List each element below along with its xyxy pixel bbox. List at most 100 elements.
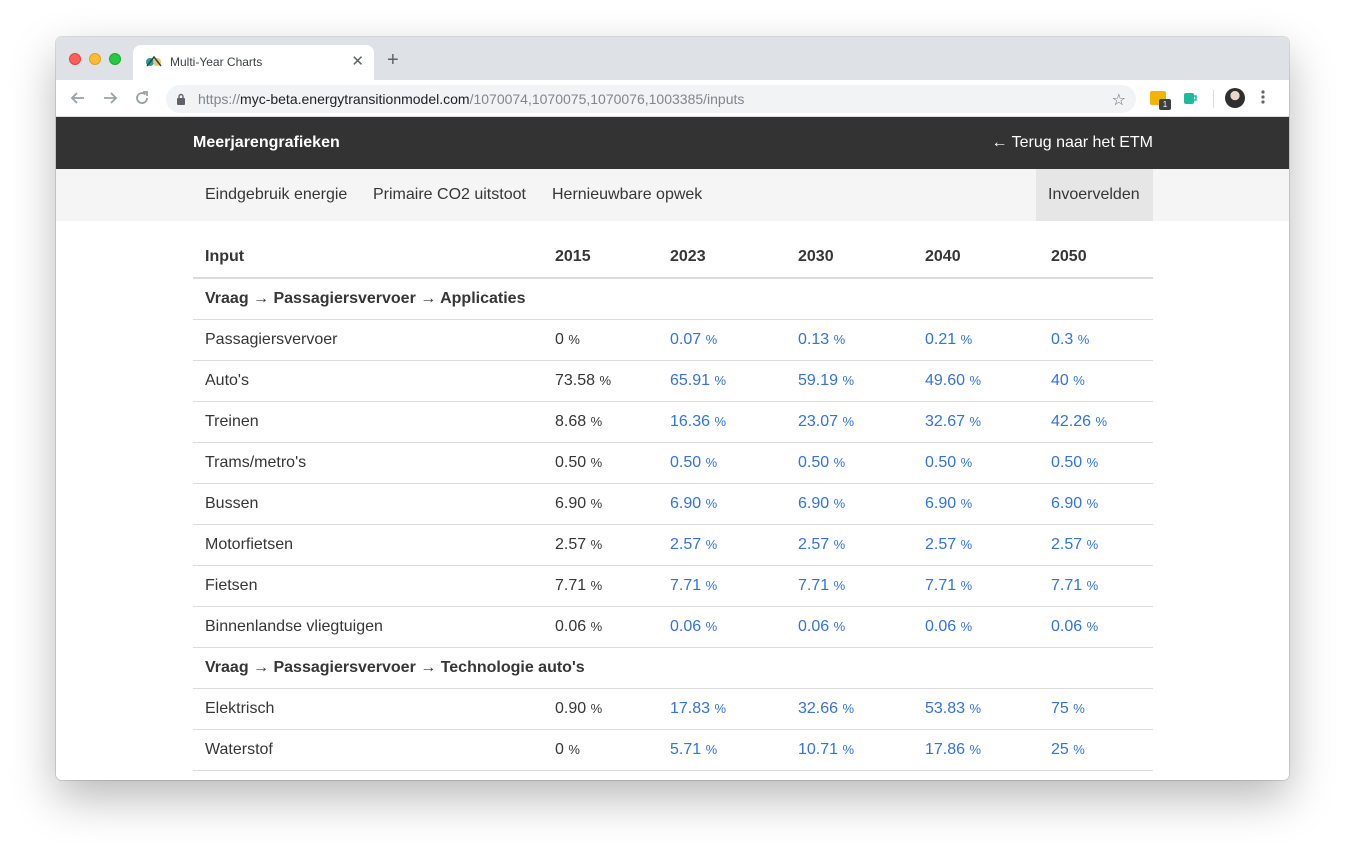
new-tab-icon[interactable]: + bbox=[387, 50, 399, 70]
column-header: 2030 bbox=[786, 237, 913, 279]
future-value-cell: 7.71 % bbox=[1039, 565, 1153, 607]
value-unit: % bbox=[969, 701, 982, 716]
value-unit: % bbox=[705, 742, 718, 757]
value-number: 17.83 bbox=[670, 700, 711, 717]
value-unit: % bbox=[842, 742, 855, 757]
future-value-cell: 7.71 % bbox=[658, 565, 786, 607]
tab-invoervelden[interactable]: Invoervelden bbox=[1036, 169, 1153, 221]
future-value-cell: 0.07 % bbox=[658, 319, 786, 361]
value-unit: % bbox=[1073, 742, 1085, 757]
section-title: Vraag → Passagiersvervoer → Technologie … bbox=[193, 647, 1153, 689]
back-to-etm-link[interactable]: ← Terug naar het ETM bbox=[991, 134, 1153, 152]
value-number: 0.06 bbox=[670, 618, 702, 635]
future-value-cell: 0.50 % bbox=[658, 442, 786, 484]
close-tab-icon[interactable]: ✕ bbox=[351, 52, 364, 72]
browser-toolbar: https://myc-beta.energytransitionmodel.c… bbox=[56, 80, 1289, 117]
input-label: Trams/metro's bbox=[193, 442, 543, 484]
table-row: Treinen 8.68 % 16.36 % 23.07 % 32.67 % 42.26 … bbox=[193, 401, 1153, 443]
extension-badge: 1 bbox=[1159, 99, 1171, 110]
tab-title: Multi-Year Charts bbox=[170, 55, 263, 69]
value-number: 0.06 bbox=[1051, 618, 1083, 635]
future-value-cell: 0.21 % bbox=[913, 319, 1039, 361]
column-header: 2023 bbox=[658, 237, 786, 279]
value-unit: % bbox=[590, 701, 603, 716]
start-value-cell: 0 % bbox=[543, 319, 658, 361]
value-number: 2.57 bbox=[798, 536, 830, 553]
value-number: 0.50 bbox=[670, 454, 702, 471]
value-unit: % bbox=[568, 742, 580, 757]
value-unit: % bbox=[960, 619, 973, 634]
value-number: 0.50 bbox=[555, 454, 587, 471]
page-content: Meerjarengrafieken ← Terug naar het ETM … bbox=[56, 117, 1289, 780]
future-value-cell: 49.60 % bbox=[913, 360, 1039, 402]
future-value-cell: 6.90 % bbox=[1039, 483, 1153, 525]
value-number: 0.13 bbox=[798, 331, 830, 348]
value-unit: % bbox=[1086, 455, 1099, 470]
value-number: 7.71 bbox=[555, 577, 587, 594]
value-unit: % bbox=[969, 373, 982, 388]
tab-eindgebruik-energie[interactable]: Eindgebruik energie bbox=[193, 169, 359, 221]
input-label: Waterstof bbox=[193, 729, 543, 771]
address-bar[interactable]: https://myc-beta.energytransitionmodel.c… bbox=[166, 85, 1136, 113]
future-value-cell: 0.50 % bbox=[913, 442, 1039, 484]
value-number: 32.66 bbox=[798, 700, 839, 717]
future-value-cell: 2.57 % bbox=[913, 524, 1039, 566]
maximize-window-button[interactable] bbox=[109, 53, 121, 65]
browser-menu-icon[interactable] bbox=[1261, 89, 1265, 105]
value-number: 59.19 bbox=[798, 372, 839, 389]
close-window-button[interactable] bbox=[69, 53, 81, 65]
browser-tab[interactable]: Multi-Year Charts ✕ bbox=[133, 45, 374, 80]
value-number: 0 bbox=[555, 331, 564, 348]
value-unit: % bbox=[960, 537, 973, 552]
future-value-cell: 32.67 % bbox=[913, 401, 1039, 443]
value-unit: % bbox=[969, 414, 982, 429]
tab-bar: Multi-Year Charts ✕ + bbox=[56, 37, 1289, 80]
brand-title[interactable]: Meerjarengrafieken bbox=[193, 134, 340, 152]
value-unit: % bbox=[705, 455, 718, 470]
value-unit: % bbox=[714, 414, 727, 429]
future-value-cell: 5.71 % bbox=[658, 729, 786, 771]
tab-primaire-co2-uitstoot[interactable]: Primaire CO2 uitstoot bbox=[361, 169, 538, 221]
inputs-table: Input 2015 2023 2030 2040 2050 Vraag → P… bbox=[193, 237, 1153, 771]
value-number: 6.90 bbox=[1051, 495, 1083, 512]
value-number: 75 bbox=[1051, 700, 1069, 717]
value-number: 6.90 bbox=[555, 495, 587, 512]
input-label: Bussen bbox=[193, 483, 543, 525]
forward-arrow-icon[interactable] bbox=[100, 88, 120, 108]
future-value-cell: 0.50 % bbox=[1039, 442, 1153, 484]
reload-icon[interactable] bbox=[132, 88, 152, 108]
value-number: 6.90 bbox=[925, 495, 957, 512]
value-unit: % bbox=[833, 578, 846, 593]
bookmark-star-icon[interactable]: ☆ bbox=[1112, 90, 1126, 110]
table-row: Binnenlandse vliegtuigen 0.06 % 0.06 % 0.06… bbox=[193, 606, 1153, 648]
input-label: Elektrisch bbox=[193, 688, 543, 730]
value-unit: % bbox=[1086, 578, 1099, 593]
value-number: 5.71 bbox=[670, 741, 702, 758]
toolbar-separator bbox=[1213, 90, 1214, 108]
table-row: Bussen 6.90 % 6.90 % 6.90 % 6.90 % 6.90 % bbox=[193, 483, 1153, 525]
value-unit: % bbox=[842, 701, 855, 716]
minimize-window-button[interactable] bbox=[89, 53, 101, 65]
start-value-cell: 7.71 % bbox=[543, 565, 658, 607]
value-unit: % bbox=[714, 373, 727, 388]
input-label: Passagiersvervoer bbox=[193, 319, 543, 361]
future-value-cell: 16.36 % bbox=[658, 401, 786, 443]
value-number: 0.50 bbox=[798, 454, 830, 471]
future-value-cell: 32.66 % bbox=[786, 688, 913, 730]
start-value-cell: 2.57 % bbox=[543, 524, 658, 566]
column-header: Input bbox=[193, 237, 543, 279]
future-value-cell: 17.86 % bbox=[913, 729, 1039, 771]
extension-cup-icon[interactable] bbox=[1182, 90, 1198, 106]
back-arrow-icon[interactable] bbox=[68, 88, 88, 108]
future-value-cell: 0.50 % bbox=[786, 442, 913, 484]
future-value-cell: 0.06 % bbox=[786, 606, 913, 648]
value-number: 8.68 bbox=[555, 413, 587, 430]
future-value-cell: 25 % bbox=[1039, 729, 1153, 771]
input-label: Treinen bbox=[193, 401, 543, 443]
input-label: Motorfietsen bbox=[193, 524, 543, 566]
value-unit: % bbox=[599, 373, 612, 388]
url-scheme: https:// bbox=[198, 91, 241, 107]
tab-hernieuwbare-opwek[interactable]: Hernieuwbare opwek bbox=[540, 169, 714, 221]
value-number: 7.71 bbox=[1051, 577, 1083, 594]
profile-avatar[interactable] bbox=[1225, 88, 1245, 108]
